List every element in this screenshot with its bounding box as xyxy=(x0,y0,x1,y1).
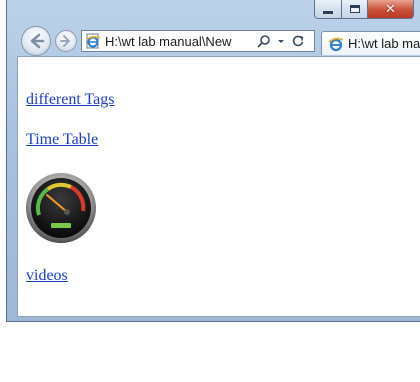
address-tools xyxy=(257,34,308,48)
search-icon xyxy=(257,35,270,48)
minimize-icon xyxy=(323,10,333,14)
minimize-button[interactable] xyxy=(314,0,342,19)
back-arrow-icon xyxy=(30,33,45,49)
refresh-button[interactable] xyxy=(291,34,305,48)
maximize-icon xyxy=(349,5,360,13)
forward-button[interactable] xyxy=(55,30,77,52)
forward-arrow-icon xyxy=(60,35,70,47)
page-content: different Tags Time Table videos xyxy=(17,56,420,317)
speedometer-icon[interactable] xyxy=(24,171,98,245)
close-button[interactable]: ✕ xyxy=(368,0,414,19)
page-icon xyxy=(86,33,101,49)
address-bar[interactable]: H:\wt lab manual\New xyxy=(81,30,315,52)
address-url[interactable]: H:\wt lab manual\New xyxy=(105,34,253,49)
tab-current-page[interactable]: H:\wt lab manual xyxy=(321,31,420,55)
close-icon: ✕ xyxy=(385,1,396,17)
internet-explorer-icon xyxy=(328,37,344,51)
tab-title: H:\wt lab manual xyxy=(348,36,420,51)
chevron-down-icon xyxy=(278,40,284,43)
back-button[interactable] xyxy=(21,26,51,56)
maximize-button[interactable] xyxy=(342,0,368,19)
refresh-icon xyxy=(292,35,304,47)
link-time-table[interactable]: Time Table xyxy=(26,131,98,149)
link-videos[interactable]: videos xyxy=(26,267,68,285)
caption-buttons: ✕ xyxy=(314,0,420,20)
search-button[interactable] xyxy=(257,34,271,48)
dropdown-button[interactable] xyxy=(274,34,288,48)
browser-window: ✕ H:\wt lab manual\New H:\wt lab ma diff… xyxy=(6,0,420,322)
link-different-tags[interactable]: different Tags xyxy=(26,91,114,109)
